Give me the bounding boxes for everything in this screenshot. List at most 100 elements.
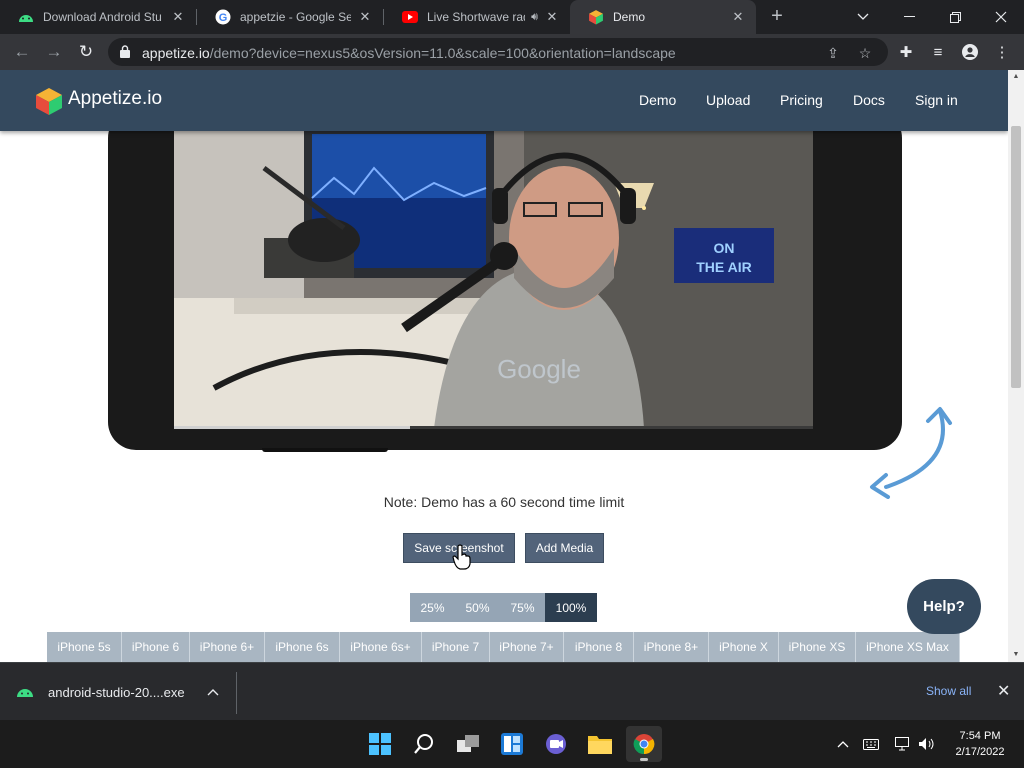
device-tab-iphone-6s[interactable]: iPhone 6s: [265, 632, 340, 662]
speaker-icon[interactable]: 🔊︎: [531, 11, 538, 24]
android-icon: [18, 9, 34, 25]
scale-25-button[interactable]: 25%: [410, 593, 455, 622]
windows-taskbar: 7:54 PM 2/17/2022: [0, 720, 1024, 768]
download-shelf: android-studio-20....exe Show all ✕: [0, 662, 1024, 720]
file-explorer-icon[interactable]: [582, 726, 618, 762]
device-screen-video[interactable]: ON THE AIR Google: [174, 128, 813, 428]
device-tab-iphone-6s-plus[interactable]: iPhone 6s+: [340, 632, 422, 662]
minimize-icon[interactable]: [886, 0, 932, 34]
scale-50-button[interactable]: 50%: [455, 593, 500, 622]
chrome-menu-icon[interactable]: ⋮: [992, 42, 1012, 62]
chevron-up-icon[interactable]: [834, 735, 852, 753]
device-tab-iphone-xs-max[interactable]: iPhone XS Max: [856, 632, 960, 662]
tab-search-icon[interactable]: [840, 0, 886, 34]
teams-chat-icon[interactable]: [538, 726, 574, 762]
close-window-icon[interactable]: [978, 0, 1024, 34]
brand-name[interactable]: Appetize.io: [68, 88, 162, 110]
web-page: Appetize.io Demo Upload Pricing Docs Sig…: [0, 70, 1008, 662]
media-control-icon[interactable]: ≡: [928, 42, 948, 62]
reload-icon[interactable]: ↻: [74, 40, 98, 64]
bookmark-star-icon[interactable]: ☆: [856, 44, 874, 62]
tab-title: Demo: [613, 10, 646, 24]
device-tab-iphone-6[interactable]: iPhone 6: [122, 632, 190, 662]
download-filename: android-studio-20....exe: [48, 684, 185, 700]
chrome-icon[interactable]: [626, 726, 662, 762]
device-tab-iphone-8-plus[interactable]: iPhone 8+: [634, 632, 709, 662]
nav-upload[interactable]: Upload: [706, 92, 750, 108]
scale-75-button[interactable]: 75%: [500, 593, 545, 622]
chevron-up-icon[interactable]: [207, 688, 219, 696]
shirt-logo-text: Google: [497, 354, 581, 384]
scroll-down-icon[interactable]: ▼: [1008, 648, 1024, 662]
tab-title: Download Android Stu: [43, 10, 162, 24]
close-tab-icon[interactable]: ✕: [357, 9, 373, 25]
android-icon: [16, 686, 34, 698]
nav-pricing[interactable]: Pricing: [780, 92, 823, 108]
device-tab-iphone-x[interactable]: iPhone X: [709, 632, 779, 662]
device-tab-iphone-7-plus[interactable]: iPhone 7+: [490, 632, 564, 662]
nav-docs[interactable]: Docs: [853, 92, 885, 108]
close-tab-icon[interactable]: ✕: [170, 9, 186, 25]
google-icon: G: [215, 9, 231, 25]
device-tab-iphone-7[interactable]: iPhone 7: [422, 632, 490, 662]
network-icon[interactable]: [894, 735, 912, 753]
address-bar[interactable]: appetize.io/demo?device=nexus5&osVersion…: [108, 38, 888, 66]
scrollbar-thumb[interactable]: [1011, 126, 1021, 388]
tab-google-search[interactable]: G appetzie - Google Sear ✕: [197, 0, 383, 34]
forward-icon[interactable]: →: [42, 40, 66, 64]
clock-time: 7:54 PM: [959, 730, 1001, 742]
device-tab-iphone-5s[interactable]: iPhone 5s: [47, 632, 122, 662]
tab-demo[interactable]: Demo ✕: [570, 0, 756, 34]
close-tab-icon[interactable]: ✕: [544, 9, 560, 25]
show-all-downloads-link[interactable]: Show all: [926, 684, 971, 698]
rotate-device-icon[interactable]: [856, 403, 960, 499]
widgets-icon[interactable]: [494, 726, 530, 762]
system-clock[interactable]: 7:54 PM 2/17/2022: [944, 728, 1016, 760]
tab-title: appetzie - Google Sear: [240, 10, 351, 24]
download-divider: [236, 672, 237, 714]
nav-demo[interactable]: Demo: [639, 92, 676, 108]
clock-date: 2/17/2022: [955, 746, 1005, 758]
profile-icon[interactable]: [960, 42, 980, 62]
time-limit-note: Note: Demo has a 60 second time limit: [383, 494, 625, 510]
hand-cursor-icon: [452, 544, 471, 570]
device-tab-iphone-6-plus[interactable]: iPhone 6+: [190, 632, 265, 662]
on-air-sign-text: THE AIR: [696, 259, 751, 275]
video-progress-bar[interactable]: [174, 426, 813, 429]
new-tab-button[interactable]: +: [766, 6, 788, 28]
device-tab-iphone-xs[interactable]: iPhone XS: [779, 632, 856, 662]
download-item[interactable]: android-studio-20....exe: [16, 676, 219, 708]
browser-toolbar: ← → ↻ appetize.io/demo?device=nexus5&osV…: [0, 34, 1024, 70]
nav-sign-in[interactable]: Sign in: [915, 92, 958, 108]
back-icon[interactable]: ←: [10, 40, 34, 64]
search-icon[interactable]: [406, 726, 442, 762]
task-view-icon[interactable]: [450, 726, 486, 762]
appetize-logo[interactable]: [34, 86, 64, 116]
windows-start-icon[interactable]: [362, 726, 398, 762]
video-frame: ON THE AIR Google: [174, 128, 813, 428]
help-button[interactable]: Help?: [907, 579, 981, 634]
youtube-icon: [402, 9, 418, 25]
restore-icon[interactable]: [932, 0, 978, 34]
page-scrollbar[interactable]: ▲ ▼: [1008, 70, 1024, 662]
scroll-up-icon[interactable]: ▲: [1008, 70, 1024, 84]
lock-icon[interactable]: [120, 45, 130, 58]
tab-live-shortwave[interactable]: Live Shortwave rad 🔊︎ ✕: [384, 0, 570, 34]
volume-icon[interactable]: [918, 735, 936, 753]
tab-strip: Download Android Stu ✕ G appetzie - Goog…: [0, 0, 1024, 34]
scale-100-button[interactable]: 100%: [545, 593, 597, 622]
close-download-shelf-icon[interactable]: ✕: [997, 681, 1010, 701]
url-text: appetize.io/demo?device=nexus5&osVersion…: [142, 45, 676, 61]
appetize-cube-icon: [588, 9, 604, 25]
add-media-button[interactable]: Add Media: [525, 533, 604, 563]
site-header: Appetize.io Demo Upload Pricing Docs Sig…: [0, 70, 1008, 131]
active-app-indicator: [640, 758, 648, 761]
device-tab-iphone-8[interactable]: iPhone 8: [564, 632, 634, 662]
close-tab-icon[interactable]: ✕: [730, 9, 746, 25]
tab-title: Live Shortwave rad: [427, 10, 526, 24]
extensions-icon[interactable]: ✚: [896, 42, 916, 62]
share-icon[interactable]: ⇪: [824, 44, 842, 62]
svg-text:G: G: [219, 12, 228, 24]
keyboard-icon[interactable]: [862, 735, 880, 753]
tab-android-studio[interactable]: Download Android Stu ✕: [0, 0, 196, 34]
